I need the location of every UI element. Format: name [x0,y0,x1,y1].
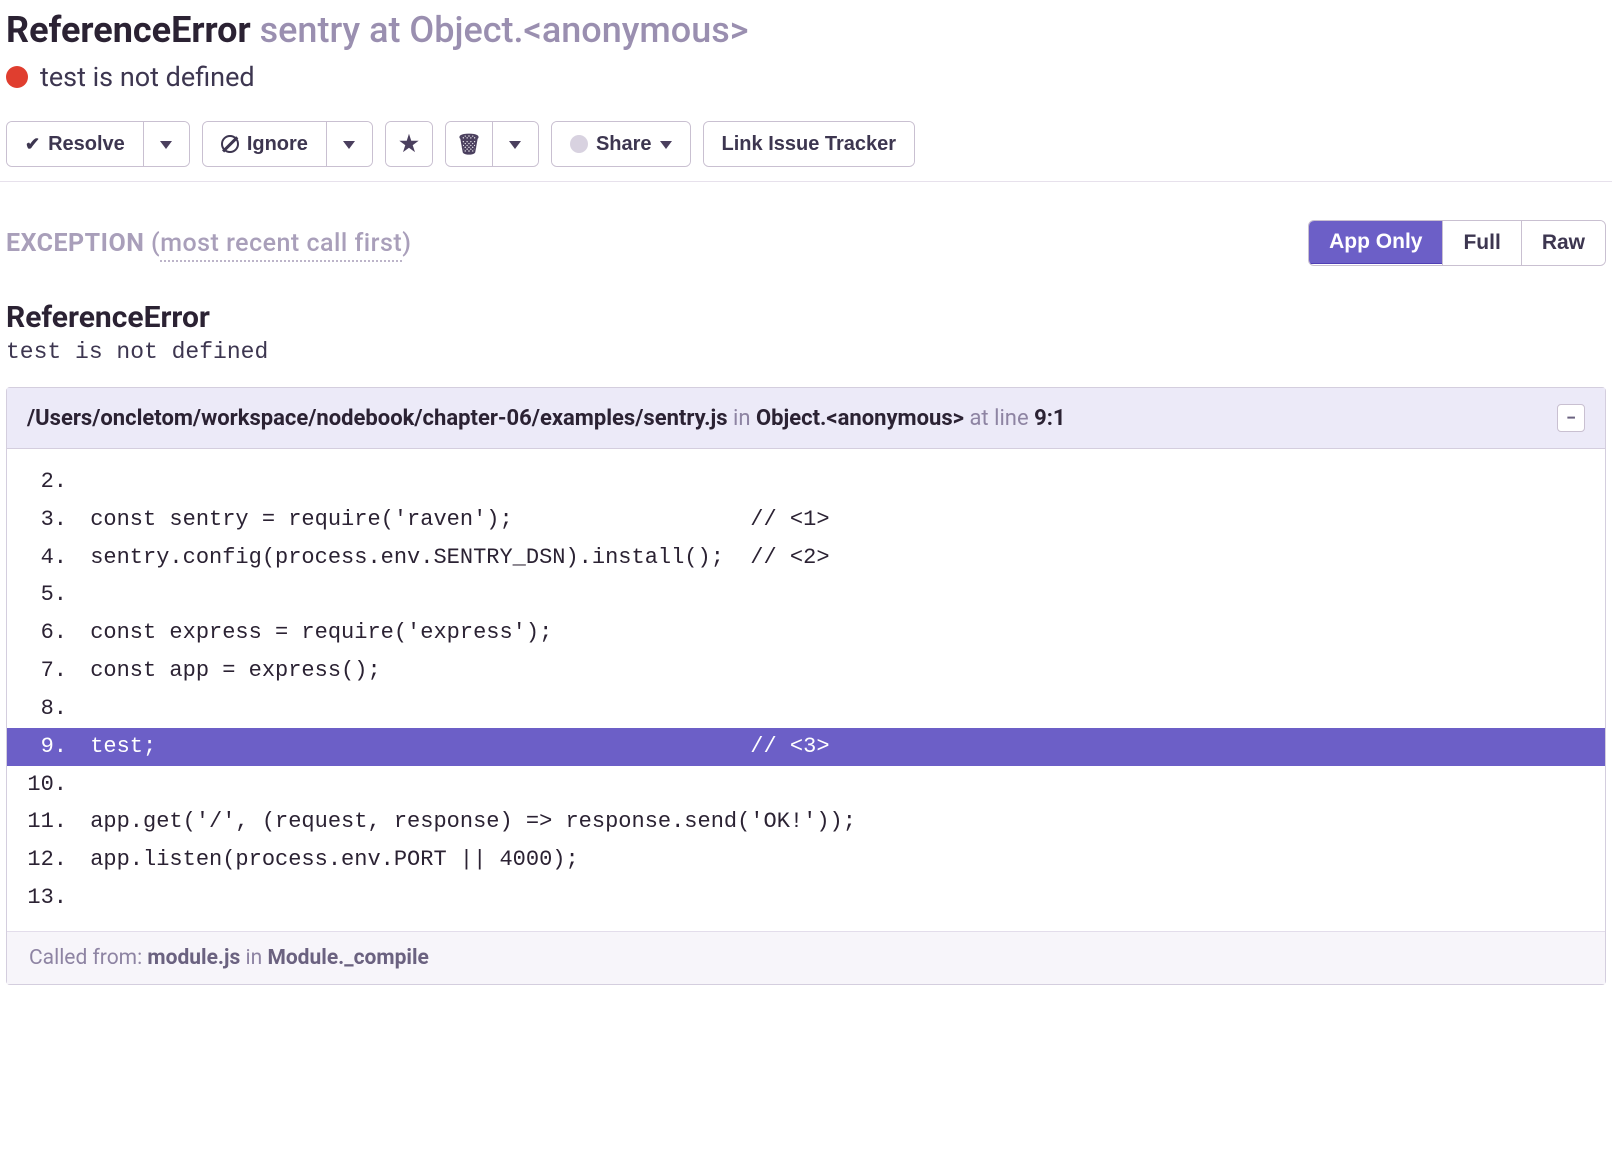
delete-button[interactable]: 🗑 [446,122,492,166]
line-content: const app = express(); [77,652,1605,690]
exception-name: ReferenceError [0,276,1612,339]
exception-message: test is not defined [0,339,1612,387]
source-line: 12. app.listen(process.env.PORT || 4000)… [7,841,1605,879]
source-line: 7. const app = express(); [7,652,1605,690]
line-content [77,690,1605,728]
frame-footer: Called from: module.js in Module._compil… [7,931,1605,984]
stacktrace-view-toggle: App Only Full Raw [1308,220,1606,266]
section-caps: EXCEPTION [6,229,144,258]
chevron-down-icon [343,141,355,149]
action-toolbar: Resolve Ignore ★ 🗑 Share [0,99,1612,182]
line-content: const express = require('express'); [77,614,1605,652]
section-hint: most recent call first [160,229,402,262]
called-from-label: Called from: [29,946,142,970]
source-line: 10. [7,766,1605,804]
stack-frame: /Users/oncletom/workspace/nodebook/chapt… [6,387,1606,985]
issue-title: ReferenceError sentry at Object.<anonymo… [6,8,1606,53]
line-content: app.listen(process.env.PORT || 4000); [77,841,1605,879]
link-tracker-label: Link Issue Tracker [722,133,897,156]
source-line: 8. [7,690,1605,728]
share-button[interactable]: Share [552,122,690,166]
line-number: 2. [7,463,77,501]
link-issue-tracker-button[interactable]: Link Issue Tracker [704,122,915,166]
line-number: 5. [7,576,77,614]
line-content [77,879,1605,917]
bookmark-button[interactable]: ★ [386,122,432,166]
line-number: 7. [7,652,77,690]
source-line: 3. const sentry = require('raven'); // <… [7,501,1605,539]
source-line: 2. [7,463,1605,501]
share-status-icon [570,135,588,153]
trash-icon: 🗑 [456,132,481,157]
exception-section-heading: EXCEPTION (most recent call first) [6,229,411,258]
error-message: test is not defined [40,61,255,93]
view-raw-button[interactable]: Raw [1521,221,1605,265]
chevron-down-icon [160,141,172,149]
error-context: sentry at Object.<anonymous> [260,9,749,51]
source-line: 6. const express = require('express'); [7,614,1605,652]
line-number: 11. [7,803,77,841]
called-from-func: Module._compile [267,946,428,970]
line-number: 12. [7,841,77,879]
called-from-file: module.js [147,946,240,970]
check-icon [25,133,40,156]
line-content: const sentry = require('raven'); // <1> [77,501,1605,539]
source-code: 2. 3. const sentry = require('raven'); /… [7,449,1605,931]
view-full-button[interactable]: Full [1442,221,1520,265]
line-content: sentry.config(process.env.SENTRY_DSN).in… [77,539,1605,577]
chevron-down-icon [509,141,521,149]
resolve-label: Resolve [48,133,125,156]
source-line: 4. sentry.config(process.env.SENTRY_DSN)… [7,539,1605,577]
error-type: ReferenceError [6,9,251,51]
source-line: 13. [7,879,1605,917]
ignore-label: Ignore [247,133,308,156]
line-number: 13. [7,879,77,917]
source-line-highlighted: 9. test; // <3> [7,728,1605,766]
share-label: Share [596,133,652,156]
chevron-down-icon [660,141,672,149]
source-line: 11. app.get('/', (request, response) => … [7,803,1605,841]
view-app-only-button[interactable]: App Only [1308,220,1443,264]
ban-icon [221,135,239,153]
line-number: 4. [7,539,77,577]
resolve-dropdown-button[interactable] [143,122,189,166]
ignore-button[interactable]: Ignore [203,122,326,166]
line-content: app.get('/', (request, response) => resp… [77,803,1605,841]
resolve-button[interactable]: Resolve [7,122,143,166]
frame-location: 9:1 [1034,406,1065,431]
minus-icon: − [1566,408,1576,429]
ignore-dropdown-button[interactable] [326,122,372,166]
line-number: 10. [7,766,77,804]
frame-file-path: /Users/oncletom/workspace/nodebook/chapt… [27,406,728,431]
line-number: 9. [7,728,77,766]
frame-header[interactable]: /Users/oncletom/workspace/nodebook/chapt… [7,388,1605,449]
line-content [77,766,1605,804]
level-indicator-icon [6,66,28,88]
source-line: 5. [7,576,1605,614]
collapse-frame-button[interactable]: − [1557,404,1585,432]
line-number: 6. [7,614,77,652]
line-content [77,576,1605,614]
line-number: 3. [7,501,77,539]
line-content: test; // <3> [77,728,1605,766]
line-content [77,463,1605,501]
line-number: 8. [7,690,77,728]
star-icon: ★ [399,131,419,157]
frame-function: Object.<anonymous> [756,406,964,431]
delete-dropdown-button[interactable] [492,122,538,166]
